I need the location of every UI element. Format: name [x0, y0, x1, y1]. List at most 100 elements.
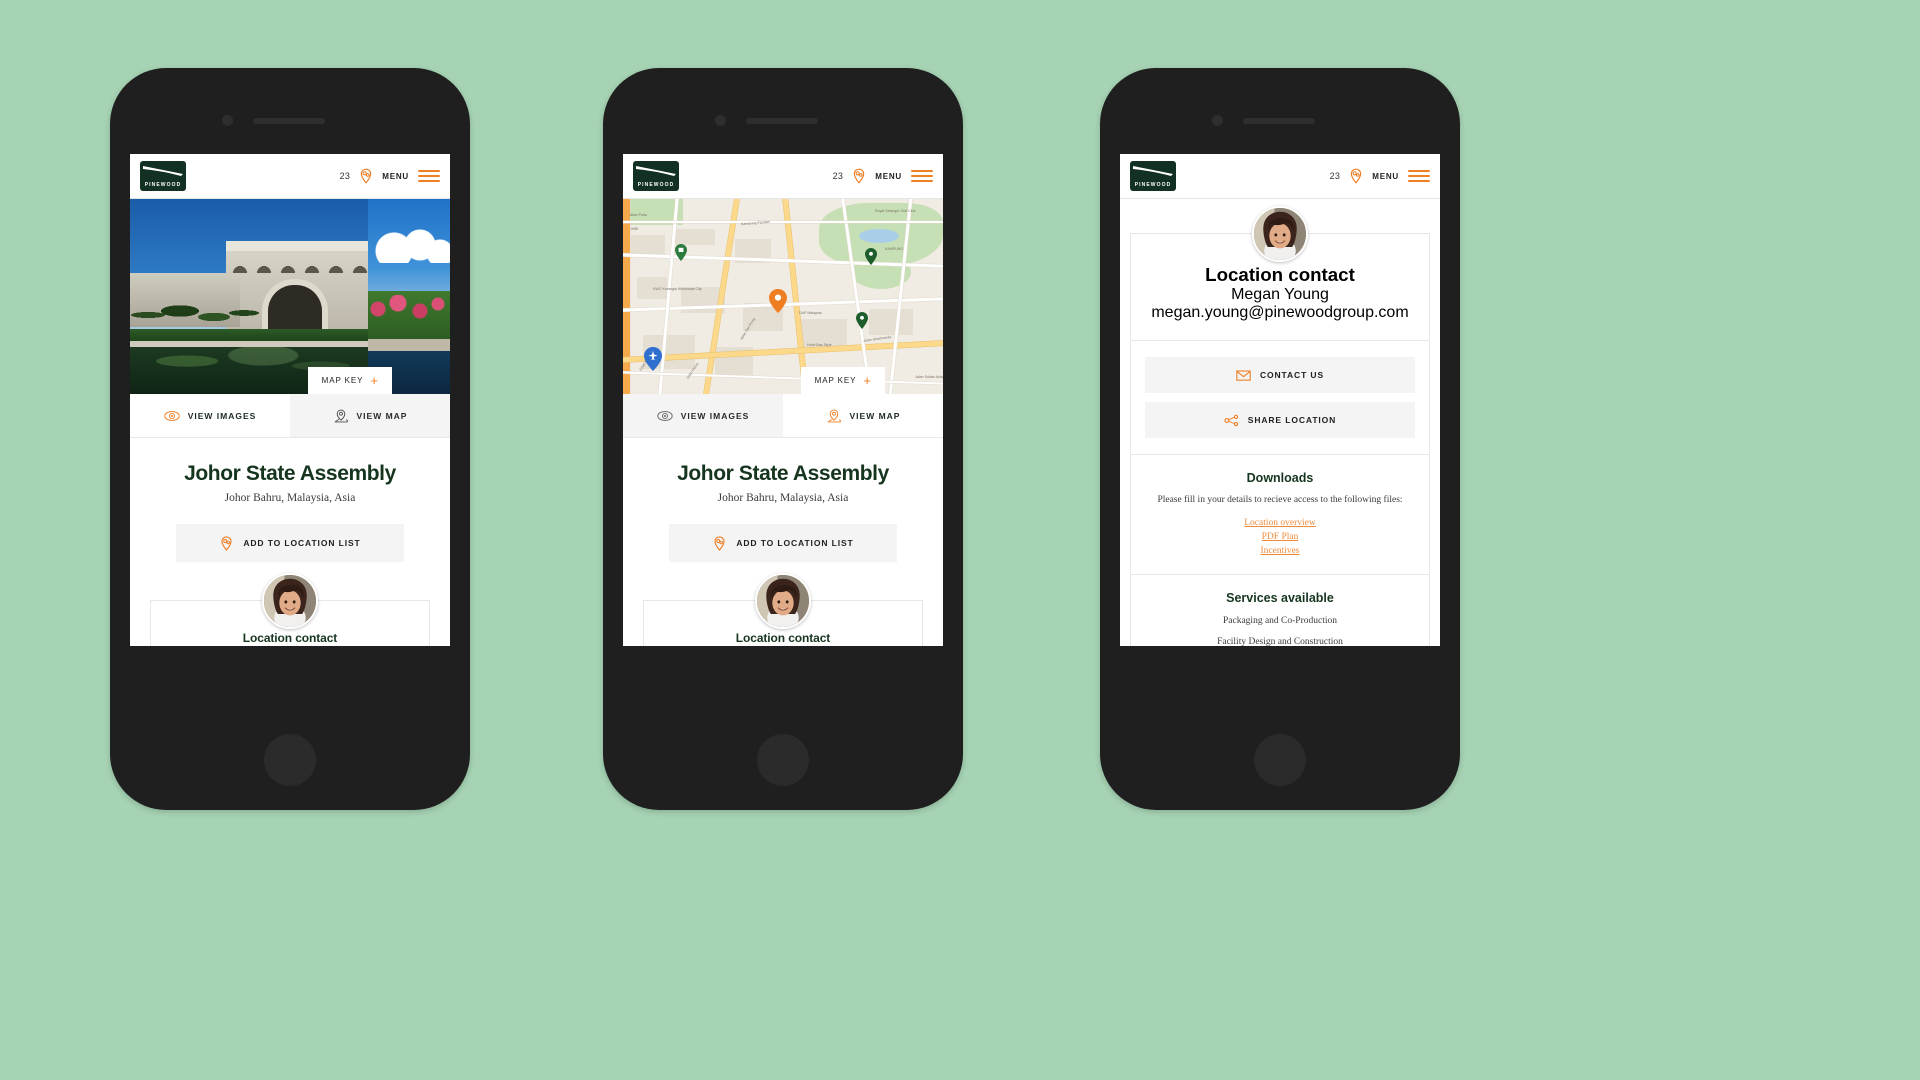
page-subtitle: Johor Bahru, Malaysia, Asia: [717, 492, 849, 504]
hamburger-menu-icon[interactable]: [418, 170, 440, 182]
location-contact-card: Location contact Megan Young megan.young…: [150, 573, 430, 646]
tab-view-map[interactable]: VIEW MAP: [783, 394, 943, 437]
phone-mockup-images: PINEWOOD 23 MENU MAP KEY + VIEW IMAGES V…: [110, 68, 470, 810]
pinewood-wordmark: PINEWOOD: [144, 182, 182, 188]
share-nodes-icon: [1224, 414, 1238, 426]
site-header: PINEWOOD 23 MENU: [623, 154, 943, 199]
location-pin-badge-icon[interactable]: [359, 168, 373, 184]
earpiece-speaker: [746, 118, 818, 124]
share-location-button[interactable]: SHARE LOCATION: [1145, 402, 1415, 438]
pinewood-logo[interactable]: PINEWOOD: [633, 161, 679, 191]
download-link-incentives[interactable]: Incentives: [1147, 546, 1413, 556]
tab-view-images-label: VIEW IMAGES: [680, 410, 750, 421]
download-link-location-overview[interactable]: Location overview: [1147, 518, 1413, 528]
service-item: Packaging and Co-Production: [1223, 615, 1337, 626]
gallery-photo-garden[interactable]: [368, 199, 450, 394]
hamburger-menu-icon[interactable]: [911, 170, 933, 182]
site-header: PINEWOOD 23 MENU: [130, 154, 450, 199]
details-content: Location contact Megan Young megan.young…: [1120, 206, 1440, 646]
avatar-portrait: [1254, 208, 1306, 260]
map-water-area: [859, 229, 899, 243]
contact-us-button[interactable]: CONTACT US: [1145, 357, 1415, 393]
image-strip: [130, 199, 450, 394]
map-label: IMBI: [631, 227, 639, 231]
map-label: Jalan Sultan Azlan: [915, 375, 943, 379]
header-actions: 23 MENU: [340, 168, 440, 184]
avatar: [1252, 206, 1308, 262]
contact-email-link[interactable]: megan.young@pinewoodgroup.com: [1143, 304, 1417, 322]
airport-marker-icon: [644, 347, 662, 371]
contact-heading: Location contact: [1205, 264, 1355, 285]
front-camera-icon: [715, 115, 726, 126]
tab-view-images-label: VIEW IMAGES: [187, 410, 257, 421]
map-label: KAMPUNG: [885, 247, 904, 251]
selected-location-marker-icon: [769, 289, 787, 313]
add-to-location-list-button[interactable]: ADD TO LOCATION LIST: [669, 524, 897, 562]
location-pin-badge-icon[interactable]: [852, 168, 866, 184]
map-key-toggle[interactable]: MAP KEY +: [800, 367, 885, 394]
downloads-blurb: Please fill in your details to recieve a…: [1157, 495, 1403, 505]
eye-icon: [164, 410, 180, 421]
studio-marker-icon: [856, 312, 868, 329]
tab-view-map[interactable]: VIEW MAP: [290, 394, 450, 437]
downloads-panel: Downloads Please fill in your details to…: [1130, 455, 1430, 575]
home-button[interactable]: [1254, 734, 1306, 786]
map-canvas[interactable]: Jalan Pudu IMBI Kampung Pandan Royal Sel…: [623, 199, 943, 394]
front-camera-icon: [1212, 115, 1223, 126]
header-actions: 23 MENU: [1330, 168, 1430, 184]
plus-icon: +: [863, 373, 871, 388]
map-label: Royal Selangor Golf Club: [875, 209, 916, 213]
envelope-icon: [1236, 369, 1251, 381]
map-label: KWC Kerangia Wholesale City: [653, 287, 702, 291]
earpiece-speaker: [1243, 118, 1315, 124]
contact-us-label: CONTACT US: [1259, 370, 1325, 380]
phone1-screen: PINEWOOD 23 MENU MAP KEY + VIEW IMAGES V…: [130, 154, 450, 646]
menu-label[interactable]: MENU: [875, 172, 902, 181]
map-label: Jalan Pudu: [629, 213, 647, 217]
saved-count: 23: [1329, 171, 1341, 181]
eye-icon: [657, 410, 673, 421]
pinewood-swoosh-icon: [636, 166, 676, 176]
location-contact-panel: Location contact Megan Young megan.young…: [1130, 206, 1430, 341]
hero-image-gallery[interactable]: MAP KEY +: [130, 199, 450, 394]
avatar-portrait: [757, 575, 809, 627]
location-pin-badge-icon: [714, 535, 725, 551]
map-label: Hotel Bas Style: [807, 343, 832, 347]
avatar: [755, 573, 811, 629]
downloads-links: Location overview PDF Plan Incentives: [1147, 518, 1413, 556]
map-key-toggle[interactable]: MAP KEY +: [307, 367, 392, 394]
map-highway: [623, 199, 630, 394]
tab-view-images[interactable]: VIEW IMAGES: [623, 394, 783, 437]
header-actions: 23 MENU: [833, 168, 933, 184]
add-to-location-list-button[interactable]: ADD TO LOCATION LIST: [176, 524, 404, 562]
page-title: Johor State Assembly: [677, 462, 889, 485]
map-pin-icon: [334, 409, 348, 422]
phone-mockup-map: PINEWOOD 23 MENU Jalan Pudu IMBI Kampung…: [603, 68, 963, 810]
pinewood-logo[interactable]: PINEWOOD: [1130, 161, 1176, 191]
gallery-photo-building[interactable]: [130, 199, 368, 394]
downloads-heading: Downloads: [1246, 471, 1314, 485]
menu-label[interactable]: MENU: [382, 172, 409, 181]
plus-icon: +: [370, 373, 378, 388]
home-button[interactable]: [757, 734, 809, 786]
saved-count: 23: [339, 171, 351, 181]
home-button[interactable]: [264, 734, 316, 786]
hamburger-menu-icon[interactable]: [1408, 170, 1430, 182]
avatar: [262, 573, 318, 629]
view-tabs: VIEW IMAGES VIEW MAP: [130, 394, 450, 438]
pinewood-logo[interactable]: PINEWOOD: [140, 161, 186, 191]
add-to-location-list-label: ADD TO LOCATION LIST: [243, 538, 361, 548]
tab-view-images[interactable]: VIEW IMAGES: [130, 394, 290, 437]
pinewood-wordmark: PINEWOOD: [1134, 182, 1172, 188]
add-to-location-list-label: ADD TO LOCATION LIST: [736, 538, 854, 548]
phone2-screen: PINEWOOD 23 MENU Jalan Pudu IMBI Kampung…: [623, 154, 943, 646]
actions-panel: CONTACT US SHARE LOCATION: [1130, 341, 1430, 455]
download-link-pdf-plan[interactable]: PDF Plan: [1147, 532, 1413, 542]
location-pin-badge-icon: [221, 535, 232, 551]
menu-label[interactable]: MENU: [1372, 172, 1399, 181]
contact-heading: Location contact: [735, 631, 831, 645]
location-pin-badge-icon[interactable]: [1349, 168, 1363, 184]
view-tabs: VIEW IMAGES VIEW MAP: [623, 394, 943, 438]
tab-view-map-label: VIEW MAP: [356, 410, 408, 421]
map-key-label: MAP KEY: [814, 376, 857, 385]
